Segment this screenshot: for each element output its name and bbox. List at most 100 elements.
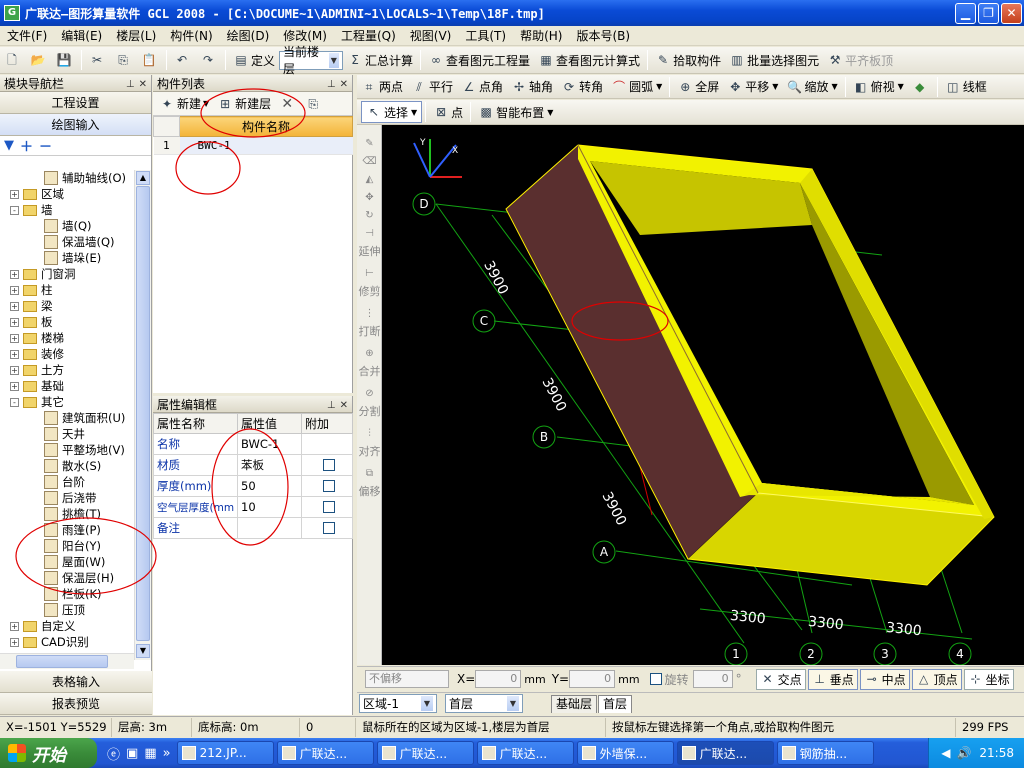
property-value-field[interactable]: 10 — [237, 496, 302, 518]
tree-folder[interactable]: + 土方 — [0, 362, 134, 378]
copy-component-button[interactable]: ⎘ — [301, 93, 327, 115]
taskbar-item[interactable]: 钢筋抽... — [776, 741, 874, 765]
tree-item[interactable]: 挑檐(T) — [0, 506, 134, 522]
redo-button[interactable]: ↷ — [196, 49, 222, 71]
floor-select[interactable]: 当前楼层 ▼ — [279, 45, 344, 76]
point-button[interactable]: ⊠ 点 — [429, 101, 467, 123]
scroll-thumb[interactable] — [136, 186, 150, 641]
component-name-cell[interactable]: BWC-1 — [179, 136, 353, 155]
tree-item[interactable]: 平整场地(V) — [0, 442, 134, 458]
menu-help[interactable]: 帮助(H) — [513, 27, 569, 44]
collapse-icon[interactable]: - — [10, 397, 19, 407]
volume-icon[interactable]: 🔊 — [956, 746, 971, 760]
expand-icon[interactable]: + — [10, 637, 19, 647]
tree-item[interactable]: 保温墙(Q) — [0, 234, 134, 250]
tree-item[interactable]: 散水(S) — [0, 458, 134, 474]
break-tool-label[interactable]: 打断 — [357, 323, 382, 345]
view-formula-button[interactable]: ▦ 查看图元计算式 — [534, 49, 644, 71]
extra-checkbox[interactable] — [322, 459, 335, 471]
coord-snap-button[interactable]: ⊹ 坐标 — [963, 668, 1014, 690]
menu-quantity[interactable]: 工程量(Q) — [334, 27, 403, 44]
offset-icon[interactable]: ⧉ — [357, 465, 382, 483]
paste-button[interactable]: 📋 — [137, 49, 163, 71]
expand-icon[interactable]: + — [10, 285, 19, 295]
trim-icon[interactable]: ⊢ — [357, 265, 382, 283]
menu-modify[interactable]: 修改(M) — [276, 27, 334, 44]
rotate-input[interactable]: 0 — [692, 670, 733, 688]
two-point-button[interactable]: ⌗ 两点 — [357, 76, 407, 98]
expand-icon[interactable]: + — [10, 189, 19, 199]
top-view-button[interactable]: ◧ 俯视 ▼ — [849, 76, 908, 98]
turn-angle-button[interactable]: ⟳ 转角 — [557, 76, 607, 98]
menu-edit[interactable]: 编辑(E) — [54, 27, 109, 44]
property-value-field[interactable]: 50 — [237, 475, 302, 497]
split-icon[interactable]: ⊘ — [357, 385, 382, 403]
ie-icon[interactable]: ⓔ — [107, 744, 120, 763]
extend-tool-label[interactable]: 延伸 — [357, 243, 382, 265]
expand-icon[interactable]: + — [10, 269, 19, 279]
project-settings-button[interactable]: 工程设置 — [0, 92, 151, 114]
start-button[interactable]: 开始 — [0, 738, 97, 768]
tree-item[interactable]: 后浇带 — [0, 490, 134, 506]
zoom-button[interactable]: 🔍 缩放 ▼ — [782, 76, 841, 98]
tab-foundation-floor[interactable]: 基础层 — [551, 694, 598, 713]
midpoint-snap-button[interactable]: ⊸ 中点 — [859, 668, 910, 690]
tree-item[interactable]: 栏板(K) — [0, 586, 134, 602]
rotate-checkbox[interactable] — [649, 673, 662, 685]
tree-item[interactable]: 保温层(H) — [0, 570, 134, 586]
view-quantity-button[interactable]: ∞ 查看图元工程量 — [424, 49, 534, 71]
tree-folder[interactable]: + 梁 — [0, 298, 134, 314]
split-tool-label[interactable]: 分割 — [357, 403, 382, 425]
extend-icon[interactable]: ⊣ — [357, 225, 382, 243]
perpendicular-snap-button[interactable]: ⊥ 垂点 — [807, 668, 858, 690]
move-icon[interactable]: ✥ — [357, 189, 382, 207]
minimize-button[interactable]: ▁ — [955, 2, 976, 24]
tree-item[interactable]: 建筑面积(U) — [0, 410, 134, 426]
tree-item[interactable]: 墙(Q) — [0, 218, 134, 234]
tree-folder[interactable]: -墙 — [0, 202, 134, 218]
new-component-button[interactable]: ✦ 新建 ▼ — [155, 93, 213, 115]
expand-icon[interactable]: + — [10, 333, 19, 343]
pick-component-button[interactable]: ✎ 拾取构件 — [651, 49, 725, 71]
close-button[interactable]: ✕ — [1001, 2, 1022, 24]
tree-item[interactable]: 屋面(W) — [0, 554, 134, 570]
expand-icon[interactable]: + — [10, 349, 19, 359]
pin-icon[interactable]: ⊥ — [327, 400, 336, 411]
collapse-icon[interactable]: - — [10, 205, 19, 215]
taskbar-item[interactable]: 广联达... — [476, 741, 574, 765]
hscroll-thumb[interactable] — [16, 655, 108, 668]
tree-item[interactable]: 墙垛(E) — [0, 250, 134, 266]
flat-slab-button[interactable]: ⚒ 平齐板顶 — [823, 49, 897, 71]
break-icon[interactable]: ⋮ — [357, 305, 382, 323]
brush-icon[interactable]: ✎ — [357, 135, 382, 153]
tree-item[interactable]: 天井 — [0, 426, 134, 442]
menu-tools[interactable]: 工具(T) — [458, 27, 513, 44]
expand-icon[interactable]: + — [10, 365, 19, 375]
menu-file[interactable]: 文件(F) — [0, 27, 54, 44]
property-value-field[interactable]: 苯板 — [237, 454, 302, 476]
tree-folder[interactable]: + 装修 — [0, 346, 134, 362]
property-value-field[interactable]: BWC-1 — [237, 433, 302, 455]
menu-component[interactable]: 构件(N) — [163, 27, 219, 44]
property-value-field[interactable] — [237, 517, 302, 539]
tree-folder[interactable]: - 其它 — [0, 394, 134, 410]
batch-select-button[interactable]: ▥ 批量选择图元 — [725, 49, 823, 71]
wireframe-button[interactable]: ◫ 线框 — [941, 76, 991, 98]
define-button[interactable]: ▤ 定义 — [229, 49, 279, 71]
table-row[interactable]: 1 BWC-1 — [153, 136, 353, 155]
rotate-icon[interactable]: ↻ — [357, 207, 382, 225]
quicklaunch-more-icon[interactable]: » — [163, 746, 171, 761]
expand-icon[interactable]: + — [10, 621, 19, 631]
pin-icon[interactable]: ⊥ — [126, 79, 135, 90]
extra-checkbox[interactable] — [322, 501, 335, 513]
menu-draw[interactable]: 绘图(D) — [220, 27, 277, 44]
pin-icon[interactable]: ⊥ — [327, 79, 336, 90]
tree-folder[interactable]: + 柱 — [0, 282, 134, 298]
y-input[interactable]: 0 — [569, 670, 616, 688]
sum-calc-button[interactable]: Σ 汇总计算 — [343, 49, 417, 71]
mirror-icon[interactable]: ◭ — [357, 171, 382, 189]
taskbar-item-active[interactable]: 广联达... — [676, 741, 774, 765]
close-icon[interactable]: ✕ — [340, 79, 348, 90]
undo-button[interactable]: ↶ — [170, 49, 196, 71]
arc-button[interactable]: ⌒ 圆弧 ▼ — [607, 76, 666, 98]
